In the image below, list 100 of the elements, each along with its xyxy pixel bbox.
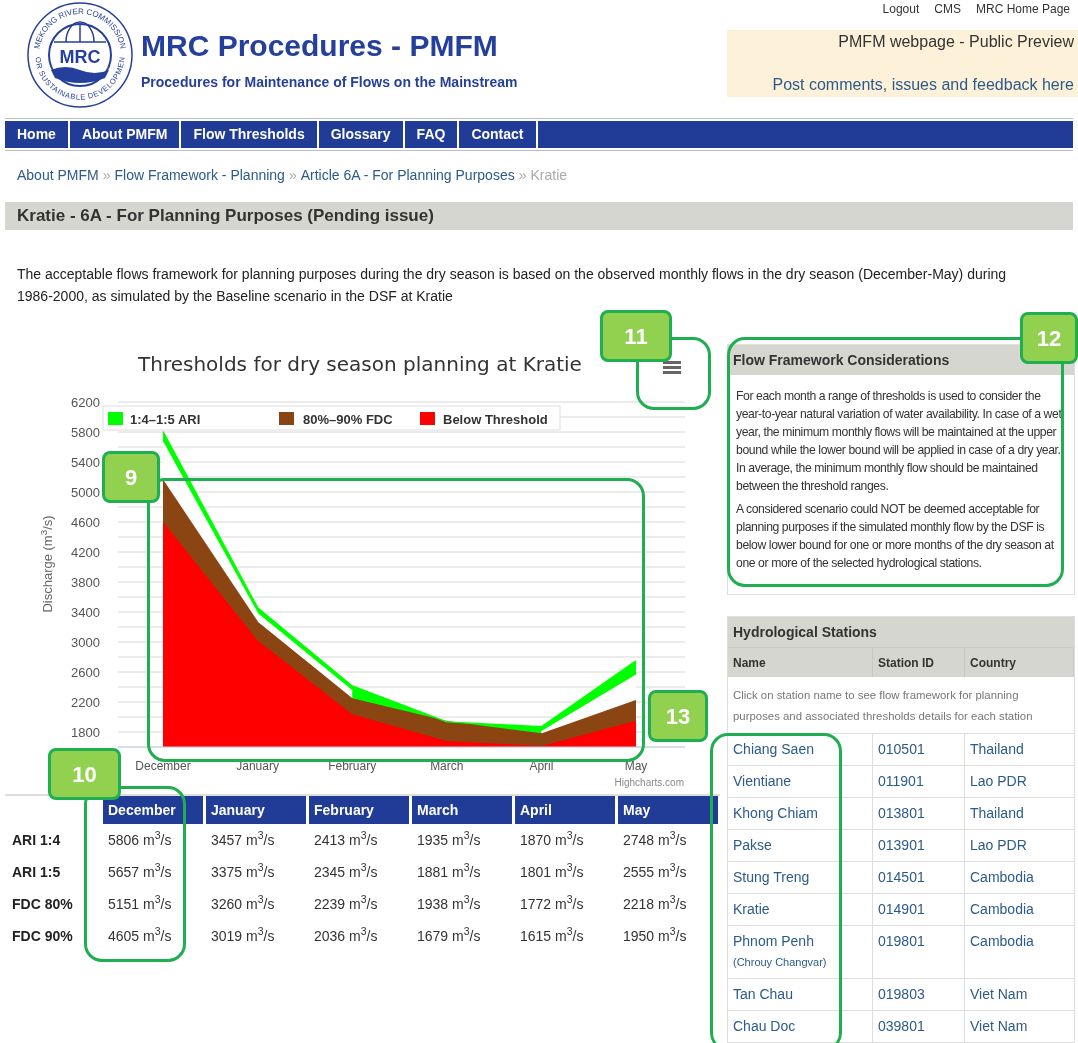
nav-link[interactable]: Flow Thresholds bbox=[181, 121, 319, 148]
breadcrumb-link[interactable]: Flow Framework - Planning bbox=[114, 164, 285, 186]
legend-label[interactable]: Below Threshold bbox=[443, 412, 548, 427]
table-cell-text: 1881 m$^{3}$/s bbox=[416, 860, 482, 882]
nav-link[interactable]: Glossary bbox=[318, 121, 405, 148]
menu-icon[interactable] bbox=[663, 361, 681, 374]
table-cell-text: 2748 m$^{3}$/s bbox=[622, 828, 688, 850]
table-cell-text: 5151 m$^{3}$/s bbox=[107, 892, 173, 914]
axis-tick-label: 3000 bbox=[71, 635, 100, 650]
table-cell-text: 1772 m$^{3}$/s bbox=[519, 892, 585, 914]
nav-link[interactable]: About PMFM bbox=[69, 121, 182, 148]
nav-link[interactable]: Contact bbox=[459, 121, 538, 148]
nav-link[interactable]: Home bbox=[5, 121, 70, 148]
top-link[interactable]: MRC Home Page bbox=[975, 0, 1070, 18]
table-cell-text: 4605 m$^{3}$/s bbox=[107, 924, 173, 946]
axis-tick-label: 4200 bbox=[71, 545, 100, 560]
station-link[interactable]: Chiang Saen bbox=[733, 739, 867, 760]
callout-number: 11 bbox=[600, 310, 672, 362]
legend-label[interactable]: 80%–90% FDC bbox=[303, 412, 393, 427]
table-cell-text: Viet Nam bbox=[969, 985, 1029, 1004]
top-link[interactable]: Logout bbox=[882, 0, 920, 18]
table-cell-text: Thailand bbox=[969, 804, 1025, 823]
table-cell-text: 1679 m$^{3}$/s bbox=[416, 924, 482, 946]
table-cell: 039801 bbox=[873, 1011, 965, 1042]
axis-tick-label: March bbox=[430, 759, 464, 773]
column-header: December bbox=[103, 796, 203, 824]
panel-title: Flow Framework Considerations bbox=[733, 350, 950, 370]
axis-tick-label: 3800 bbox=[71, 575, 100, 590]
station-link[interactable]: Kratie bbox=[733, 899, 867, 920]
station-note: (Chrouy Changvar) bbox=[733, 955, 828, 970]
callout-number: 10 bbox=[48, 748, 121, 800]
stations-note: Click on station name to see flow framework for planning purposes and associated thresholds details for each station bbox=[732, 688, 1034, 724]
breadcrumb-separator: » bbox=[288, 165, 297, 185]
callout-number: 13 bbox=[648, 690, 708, 742]
column-header: May bbox=[618, 796, 718, 824]
axis-tick-label: 5000 bbox=[71, 485, 100, 500]
row-header: ARI 1:4 bbox=[11, 830, 62, 850]
table-cell: 014501 bbox=[873, 862, 965, 893]
table-cell-text: Cambodia bbox=[969, 932, 1035, 951]
axis-tick-label: May bbox=[624, 759, 648, 773]
station-link[interactable]: Chau Doc bbox=[733, 1016, 867, 1037]
station-link[interactable]: Phnom Penh bbox=[733, 931, 867, 952]
table-cell-text: Lao PDR bbox=[969, 836, 1028, 855]
column-header: March bbox=[412, 796, 512, 824]
table-cell-text: Cambodia bbox=[969, 900, 1035, 919]
axis-tick-label: 4600 bbox=[71, 515, 100, 530]
chart-title: Thresholds for dry season planning at Kratie bbox=[138, 352, 582, 376]
station-link[interactable]: Tan Chau bbox=[733, 984, 867, 1005]
table-cell: 013801 bbox=[873, 798, 965, 829]
panel-paragraph: A considered scenario could NOT be deemed acceptable for planning purposes if the simulated monthly flow by the DSF is below lower bound for one or more months of the dry season at one or more of the selected hydrological stations. bbox=[736, 501, 1055, 572]
credits-link[interactable]: Highcharts.com bbox=[614, 777, 684, 788]
axis-tick-label: 1800 bbox=[71, 725, 100, 740]
table-cell-text: 2413 m$^{3}$/s bbox=[313, 828, 379, 850]
row-header: FDC 80% bbox=[11, 894, 74, 914]
station-link[interactable]: Khong Chiam bbox=[733, 803, 867, 824]
feedback-link[interactable]: Post comments, issues and feedback here bbox=[772, 74, 1074, 96]
site-subtitle: Procedures for Maintenance of Flows on the Mainstream bbox=[141, 73, 518, 92]
table-cell-text: 1935 m$^{3}$/s bbox=[416, 828, 482, 850]
table-cell-text: 1801 m$^{3}$/s bbox=[519, 860, 585, 882]
table-cell-text: 2345 m$^{3}$/s bbox=[313, 860, 379, 882]
axis-tick-label: April bbox=[529, 759, 554, 773]
panel-paragraph: For each month a range of thresholds is used to consider the year-to-year natural variation of water availability. In case of a wet year, the minimum monthly flows will be maintained at the upper bound while the lower bound will be applied in case of a dry year. In average, the minimum monthly flow should be maintained between the threshold ranges. bbox=[736, 388, 1063, 495]
table-cell-text: Lao PDR bbox=[969, 772, 1028, 791]
table-cell: 019803 bbox=[873, 979, 965, 1010]
axis-tick-label: 6200 bbox=[71, 395, 100, 410]
column-header: February bbox=[309, 796, 409, 824]
site-title: MRC Procedures - PMFM bbox=[141, 28, 499, 64]
breadcrumb-link[interactable]: About PMFM bbox=[17, 164, 99, 186]
callout-number: 12 bbox=[1020, 312, 1078, 364]
page-heading: Kratie - 6A - For Planning Purposes (Pending issue) bbox=[17, 205, 434, 228]
station-link[interactable]: Pakse bbox=[733, 835, 867, 856]
breadcrumb-separator: » bbox=[518, 165, 527, 185]
table-cell-text: 5657 m$^{3}$/s bbox=[107, 860, 173, 882]
breadcrumb-link[interactable]: Article 6A - For Planning Purposes bbox=[300, 164, 515, 186]
table-cell-text: 2036 m$^{3}$/s bbox=[313, 924, 379, 946]
table-cell-text: 3457 m$^{3}$/s bbox=[210, 828, 276, 850]
column-header: January bbox=[206, 796, 306, 824]
table-cell-text: 1950 m$^{3}$/s bbox=[622, 924, 688, 946]
table-cell: 019801 bbox=[873, 926, 965, 978]
column-header: Station ID bbox=[873, 648, 965, 677]
table-cell: 013901 bbox=[873, 830, 965, 861]
table-cell-text: Thailand bbox=[969, 740, 1025, 759]
top-link[interactable]: CMS bbox=[934, 0, 961, 18]
table-cell: 011901 bbox=[873, 766, 965, 797]
table-cell: 010501 bbox=[873, 734, 965, 765]
axis-tick-label: December bbox=[135, 759, 191, 773]
station-link[interactable]: Vientiane bbox=[733, 771, 867, 792]
table-cell-text: 1938 m$^{3}$/s bbox=[416, 892, 482, 914]
table-cell-text: Cambodia bbox=[969, 868, 1035, 887]
station-link[interactable]: Stung Treng bbox=[733, 867, 867, 888]
axis-tick-label: 5800 bbox=[71, 425, 100, 440]
table-cell-text: 2555 m$^{3}$/s bbox=[622, 860, 688, 882]
breadcrumb-separator: » bbox=[102, 165, 111, 185]
column-header: Country bbox=[965, 648, 1074, 677]
legend-label[interactable]: 1:4–1:5 ARI bbox=[130, 412, 201, 427]
table-cell-text: 3260 m$^{3}$/s bbox=[210, 892, 276, 914]
nav-link[interactable]: FAQ bbox=[404, 121, 460, 148]
table-cell: 014901 bbox=[873, 894, 965, 925]
row-header: ARI 1:5 bbox=[11, 862, 62, 882]
callout-number: 9 bbox=[102, 451, 160, 503]
